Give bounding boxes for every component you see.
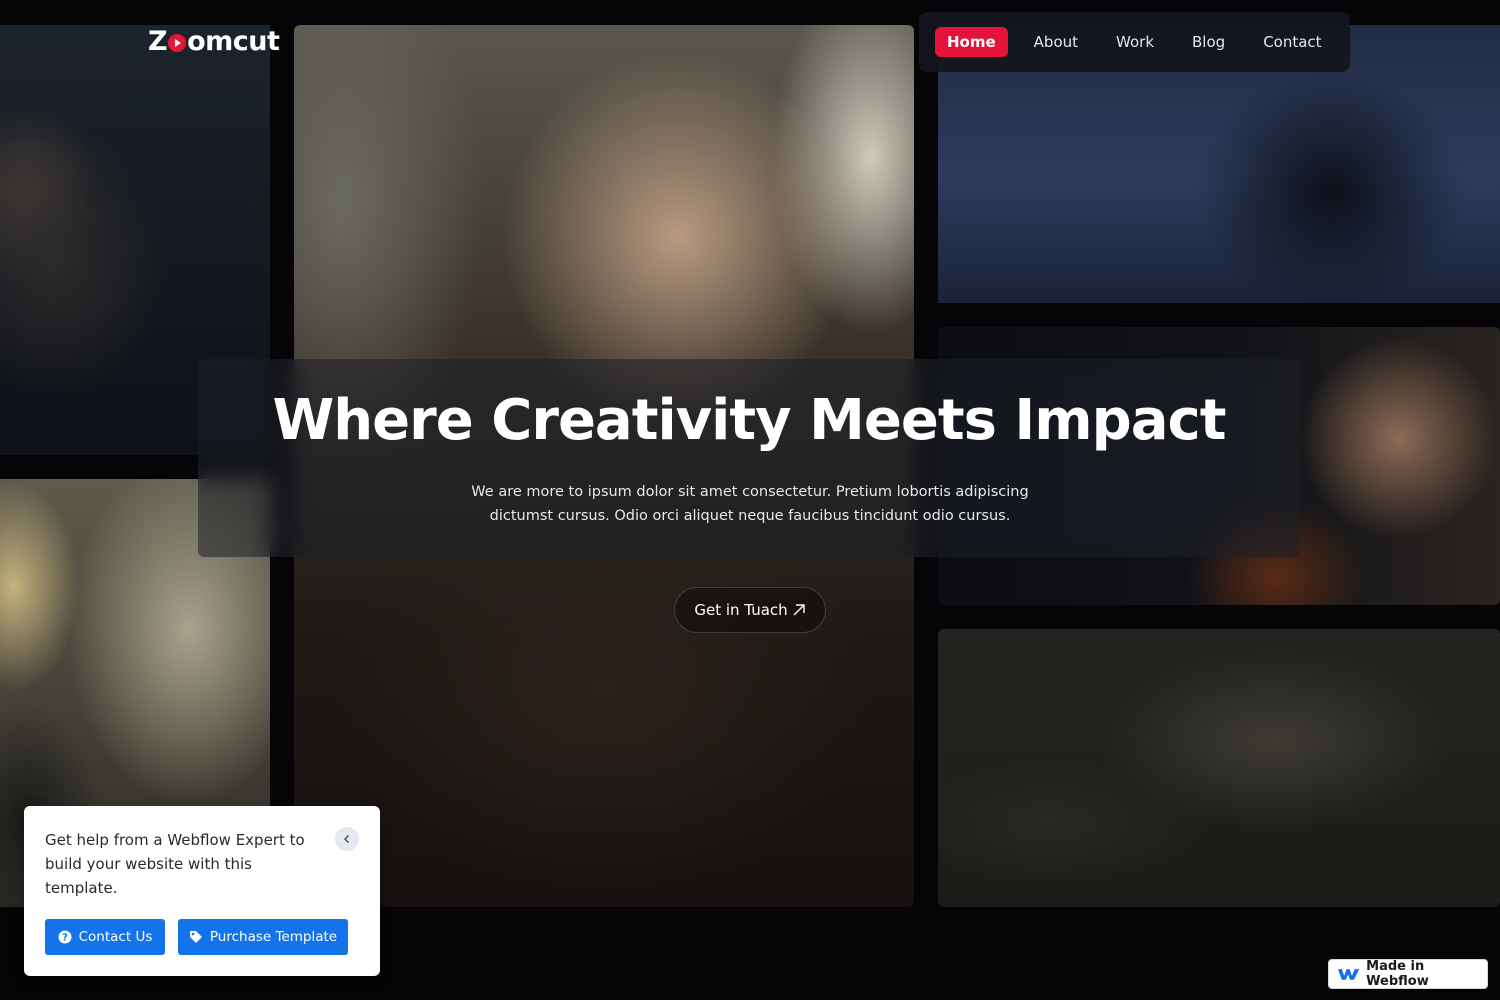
chevron-left-icon xyxy=(343,834,350,844)
svg-text:?: ? xyxy=(62,933,68,944)
purchase-template-label: Purchase Template xyxy=(209,929,338,945)
question-icon: ? xyxy=(58,930,72,944)
tag-icon xyxy=(189,931,202,943)
main-navbar: Home About Work Blog Contact xyxy=(919,12,1350,72)
purchase-template-button[interactable]: Purchase Template xyxy=(178,919,348,955)
logo[interactable]: Zomcut xyxy=(148,26,280,57)
logo-text-prefix: Z xyxy=(148,26,168,57)
hero-subtitle: We are more to ipsum dolor sit amet cons… xyxy=(471,484,1029,524)
nav-item-home[interactable]: Home xyxy=(935,27,1008,57)
webflow-logo-icon xyxy=(1337,969,1360,980)
play-icon xyxy=(168,33,187,52)
logo-text-suffix: omcut xyxy=(187,26,280,57)
video-tile-aerial xyxy=(938,629,1500,907)
badge-label: Made in Webflow xyxy=(1366,959,1429,989)
get-in-touch-button[interactable]: Get in Tuach xyxy=(674,587,826,633)
hero-title: Where Creativity Meets Impact xyxy=(272,388,1227,453)
made-in-webflow-badge[interactable]: Made in Webflow xyxy=(1328,959,1488,989)
collapse-button[interactable] xyxy=(335,827,359,851)
nav-item-blog[interactable]: Blog xyxy=(1180,27,1237,57)
contact-us-button[interactable]: ? Contact Us xyxy=(45,919,165,955)
cta-label: Get in Tuach xyxy=(694,601,788,619)
arrow-up-right-icon xyxy=(793,604,805,616)
nav-item-work[interactable]: Work xyxy=(1104,27,1166,57)
webflow-help-card: Get help from a Webflow Expert to build … xyxy=(24,806,380,976)
contact-us-label: Contact Us xyxy=(78,929,153,945)
nav-item-contact[interactable]: Contact xyxy=(1251,27,1333,57)
nav-item-about[interactable]: About xyxy=(1022,27,1090,57)
help-text: Get help from a Webflow Expert to build … xyxy=(45,831,305,897)
